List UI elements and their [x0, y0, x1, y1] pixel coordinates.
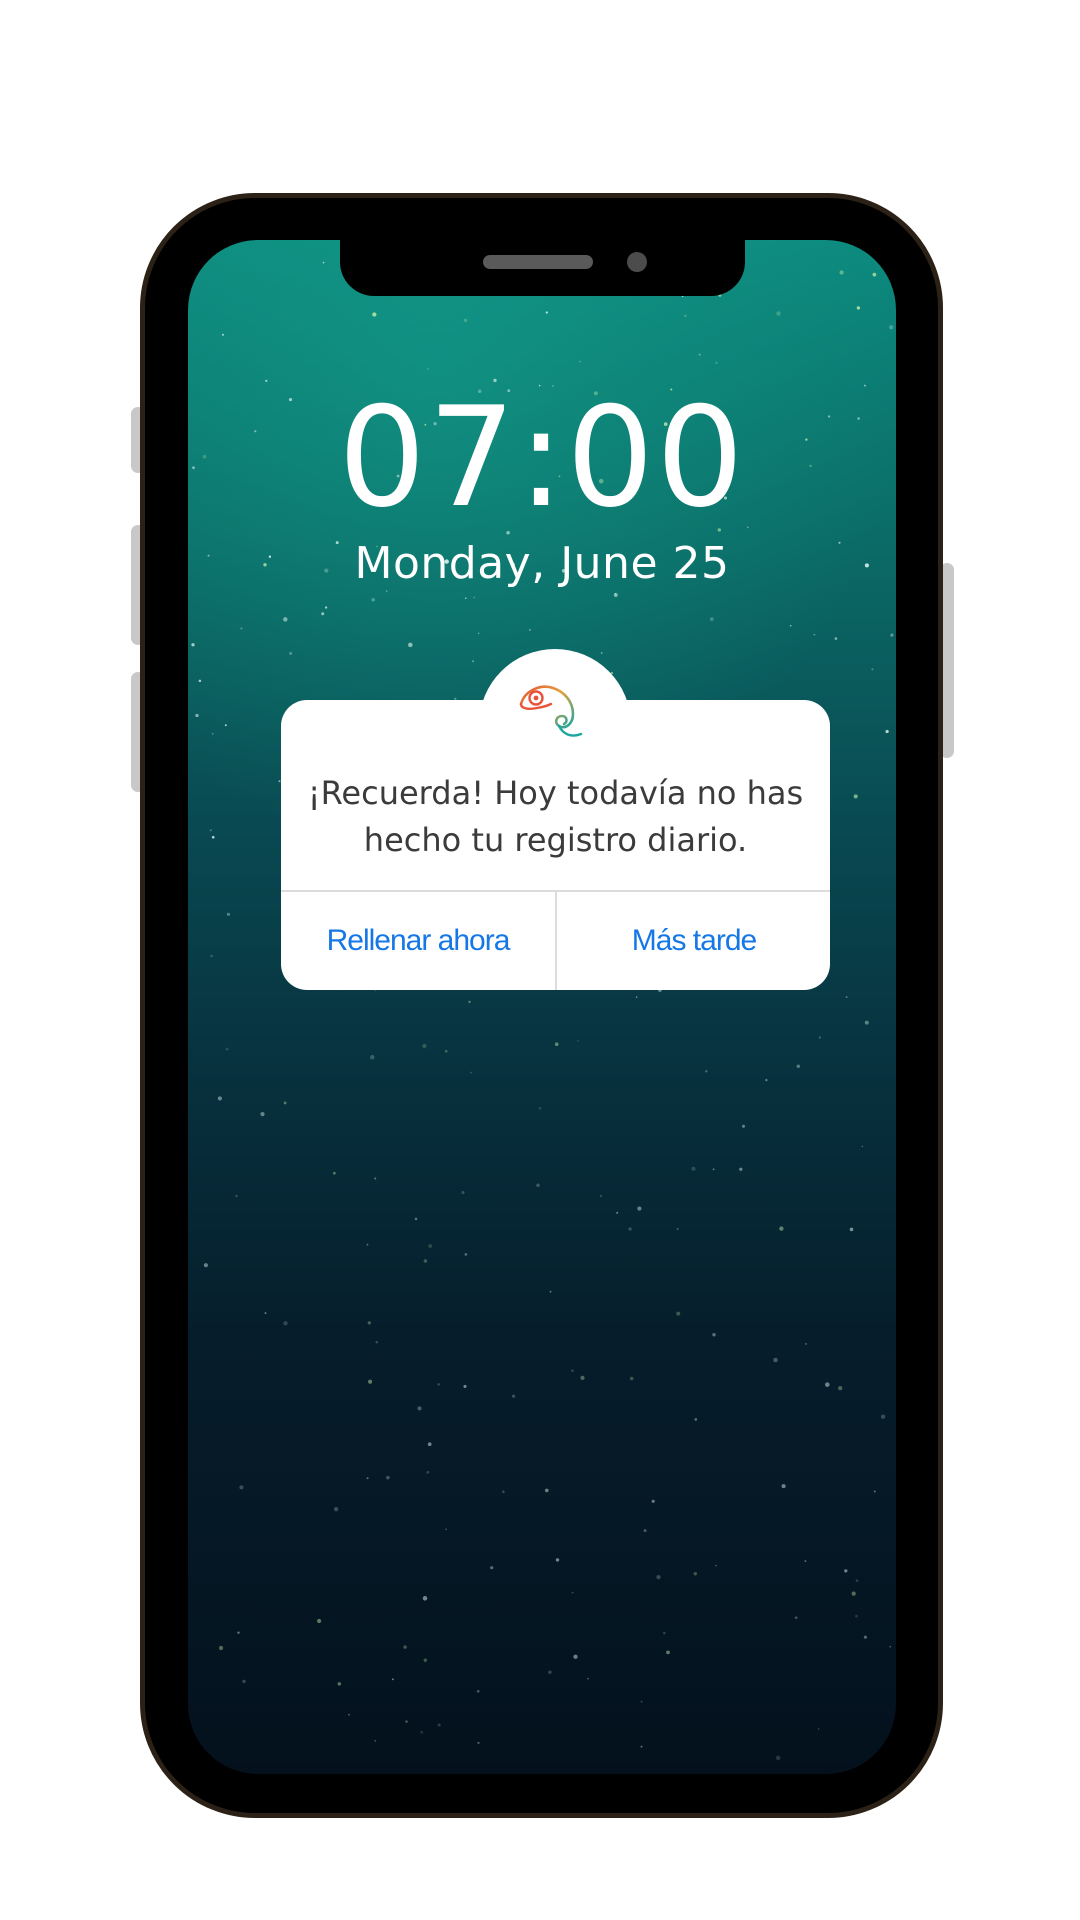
chameleon-icon: [519, 685, 583, 737]
later-button[interactable]: Más tarde: [557, 892, 830, 990]
notification-message-line-1: ¡Recuerda! Hoy todavía no has: [307, 774, 804, 812]
notification-message: ¡Recuerda! Hoy todavía no has hecho tu r…: [281, 770, 830, 864]
fill-now-button[interactable]: Rellenar ahora: [281, 892, 555, 990]
front-camera: [627, 252, 647, 272]
lock-screen-date: Monday, June 25: [354, 538, 730, 589]
notification-message-line-2: hecho tu registro diario.: [363, 821, 748, 859]
lock-screen-time: 07:00: [338, 377, 746, 538]
speaker-grille: [483, 255, 593, 269]
